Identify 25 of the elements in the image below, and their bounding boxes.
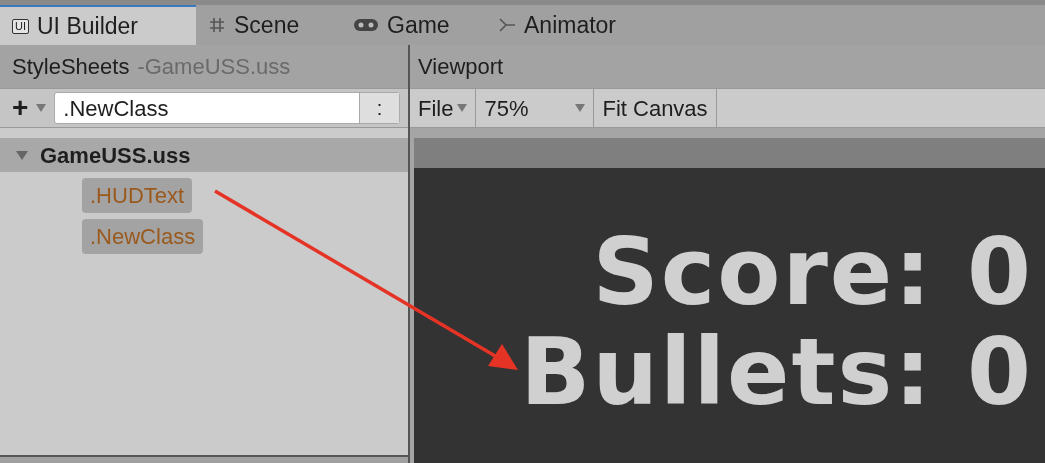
gamepad-icon xyxy=(353,18,379,32)
add-button[interactable]: + xyxy=(8,94,33,122)
editor-tab[interactable]: UI UI Builder xyxy=(0,5,196,45)
file-menu[interactable]: File xyxy=(410,89,477,127)
caret-icon[interactable] xyxy=(457,104,468,112)
caret-icon[interactable] xyxy=(36,104,47,112)
stylesheet-label: GameUSS.uss xyxy=(40,141,191,170)
editor-tab[interactable]: Scene xyxy=(196,5,341,45)
ui-icon: UI xyxy=(12,18,29,34)
editor-tab[interactable]: Animator xyxy=(486,5,631,45)
hud-text: Bullets: 0 xyxy=(520,322,1033,423)
fit-canvas-button[interactable]: Fit Canvas xyxy=(594,89,717,127)
selector-input-field[interactable]: .NewClass : xyxy=(54,92,400,124)
panel-title: StyleSheets xyxy=(12,53,130,81)
grid-icon xyxy=(208,16,226,34)
stylesheet-name: -GameUSS.uss xyxy=(137,53,291,81)
tree-row[interactable]: GameUSS.uss xyxy=(0,138,408,172)
editor-tab[interactable]: Game xyxy=(341,5,486,45)
pseudo-class-button[interactable]: : xyxy=(359,93,399,123)
hud-text: Score: 0 xyxy=(592,222,1033,323)
panel-title: Viewport xyxy=(418,53,504,81)
branch-icon xyxy=(498,17,516,33)
zoom-dropdown[interactable]: 75% xyxy=(476,89,595,127)
caret-icon[interactable] xyxy=(575,104,586,112)
expand-arrow-icon[interactable] xyxy=(16,149,28,161)
